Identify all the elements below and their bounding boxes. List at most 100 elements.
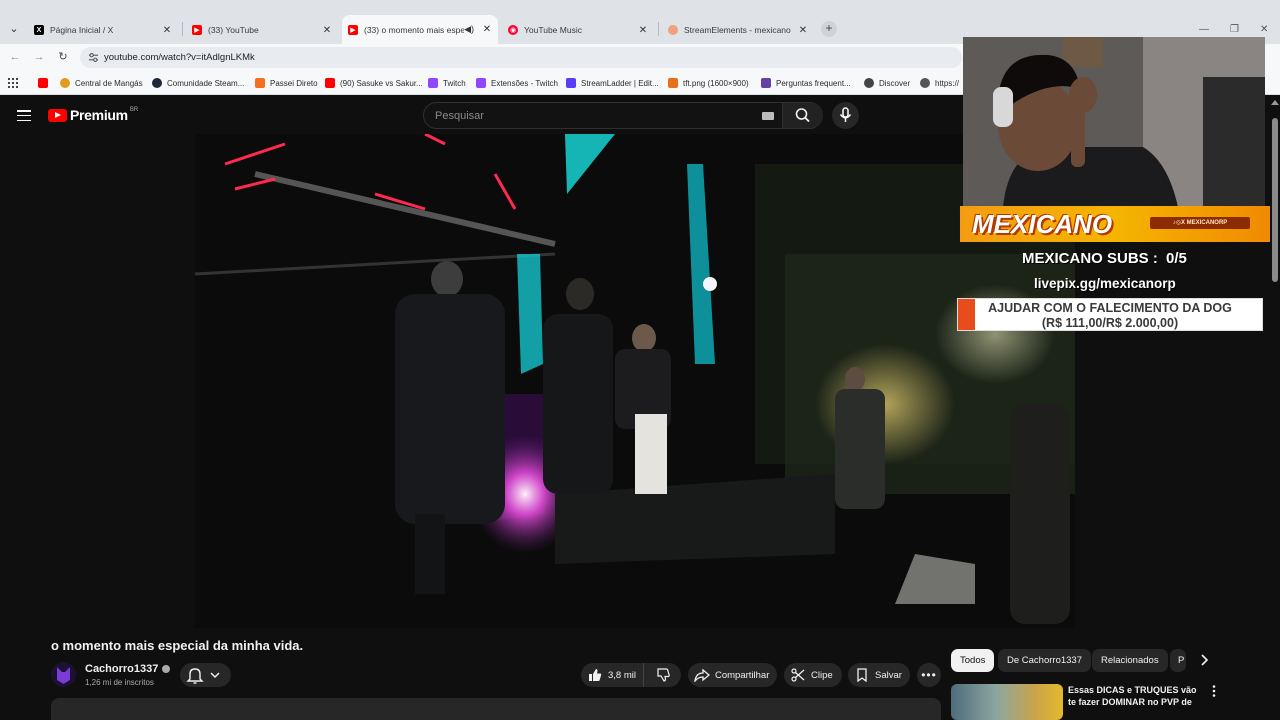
close-tab-icon[interactable]: ✕ [160, 25, 174, 36]
menu-icon[interactable] [17, 110, 31, 122]
search-icon [795, 108, 810, 123]
bookmark-discover[interactable]: Discover [864, 76, 910, 90]
twitch-icon [761, 78, 771, 88]
chips-next-icon[interactable] [1196, 652, 1212, 668]
share-icon [694, 668, 710, 682]
recommended-video-title[interactable]: Essas DICAS e TRUQUES vão te fazer DOMIN… [1068, 684, 1204, 708]
donation-goal-bar: AJUDAR COM O FALECIMENTO DA DOG (R$ 111,… [957, 298, 1263, 331]
channel-name[interactable]: Cachorro1337 [85, 663, 171, 675]
notifications-button[interactable] [180, 663, 231, 687]
keyboard-icon[interactable] [762, 112, 774, 120]
manga-icon [60, 78, 70, 88]
bookmark-faq[interactable]: Perguntas frequent... [761, 76, 851, 90]
tab-search-chevron-icon[interactable]: ⌄ [6, 21, 22, 37]
save-button[interactable]: Salvar [848, 663, 910, 687]
twitch-icon [476, 78, 486, 88]
more-horizontal-icon: ••• [921, 668, 937, 682]
maximize-icon[interactable]: ❐ [1230, 24, 1239, 35]
voice-search-button[interactable] [832, 102, 859, 129]
scissors-icon [791, 668, 805, 682]
globe-icon [920, 78, 930, 88]
tab-x[interactable]: X Página Inicial / X ✕ [28, 19, 178, 41]
close-tab-icon[interactable]: ✕ [636, 25, 650, 36]
bookmark-tft-png[interactable]: tft.png (1600×900) [668, 76, 749, 90]
share-button[interactable]: Compartilhar [688, 663, 777, 687]
x-icon: X [34, 25, 44, 35]
tab-youtube-music[interactable]: ◉ YouTube Music ✕ [502, 19, 654, 41]
scroll-up-icon[interactable] [1271, 100, 1279, 105]
scrollbar-thumb[interactable] [1272, 118, 1278, 282]
site-settings-icon[interactable] [88, 52, 99, 63]
subscriber-count: 1,26 mi de inscritos [85, 678, 154, 687]
livepix-link-text: livepix.gg/mexicanorp [1034, 276, 1176, 291]
close-tab-icon[interactable]: ✕ [320, 25, 334, 36]
like-button[interactable]: 3,8 mil [581, 663, 644, 687]
address-bar[interactable]: youtube.com/watch?v=itAdlgnLKMk [80, 47, 962, 68]
chip-partial[interactable]: P [1170, 649, 1186, 672]
description-box[interactable] [51, 698, 941, 720]
image-file-icon [668, 78, 678, 88]
bookmark-twitch-extensions[interactable]: Extensões - Twitch [476, 76, 558, 90]
new-tab-button[interactable]: + [821, 21, 837, 37]
streamelements-icon [668, 25, 678, 35]
bell-chevron-icon [186, 668, 220, 684]
bookmark-icon [857, 668, 867, 682]
bookmark-streamladder[interactable]: StreamLadder | Edit... [566, 76, 659, 90]
forward-arrow-icon[interactable]: → [32, 50, 46, 64]
bookmark-twitch[interactable]: Twitch [428, 76, 466, 90]
wolf-avatar-icon [51, 662, 76, 687]
microphone-icon [839, 107, 852, 122]
apps-grid-icon[interactable] [8, 76, 18, 90]
youtube-icon: ▶ [192, 25, 202, 35]
social-handle-tag: ♪◎X MEXICANORP [1150, 217, 1250, 229]
back-arrow-icon[interactable]: ← [8, 50, 22, 64]
close-tab-icon[interactable]: ✕ [796, 25, 810, 36]
speaker-icon[interactable]: ◀) [464, 24, 474, 35]
twitch-icon [428, 78, 438, 88]
minimize-icon[interactable]: — [1199, 24, 1209, 35]
mexicano-banner: MEXICANO ♪◎X MEXICANORP [960, 206, 1270, 242]
recommended-video-thumbnail[interactable] [951, 684, 1063, 720]
streamladder-icon [566, 78, 576, 88]
search-input[interactable] [424, 103, 779, 128]
bookmark-passei-direto[interactable]: Passei Direto [255, 76, 318, 90]
discover-icon [864, 78, 874, 88]
close-tab-icon[interactable]: ✕ [480, 24, 494, 35]
bookmark-youtube[interactable] [38, 76, 53, 90]
more-actions-button[interactable]: ••• [917, 663, 941, 687]
bookmark-central-mangas[interactable]: Central de Mangás [60, 76, 143, 90]
reload-icon[interactable]: ↻ [56, 50, 70, 64]
channel-avatar[interactable] [51, 662, 76, 687]
more-vertical-icon[interactable] [1210, 684, 1218, 698]
youtube-icon [325, 78, 335, 88]
passei-direto-icon [255, 78, 265, 88]
like-dislike-group: 3,8 mil [581, 663, 681, 687]
youtube-icon: ▶ [348, 24, 358, 35]
bookmark-https[interactable]: https:// [920, 76, 959, 90]
verified-badge-icon [162, 665, 171, 673]
steam-icon [152, 78, 162, 88]
video-frame [195, 134, 1075, 628]
tab-current-video[interactable]: ▶ (33) o momento mais especial da minha … [342, 15, 498, 44]
donation-goal-title: AJUDAR COM O FALECIMENTO DA DOG [988, 301, 1232, 315]
clip-button[interactable]: Clipe [784, 663, 842, 687]
webcam-feed [963, 37, 1265, 207]
bookmark-steam[interactable]: Comunidade Steam... [152, 76, 244, 90]
youtube-icon [38, 78, 48, 88]
youtube-music-icon: ◉ [508, 25, 518, 35]
youtube-premium-logo[interactable]: Premium BR [48, 107, 138, 123]
dislike-button[interactable] [644, 663, 681, 687]
chip-all[interactable]: Todos [951, 649, 995, 672]
close-window-icon[interactable]: ✕ [1260, 24, 1268, 35]
streamer-webcam [963, 37, 1265, 207]
video-player[interactable] [195, 134, 1075, 628]
bookmark-sasuke-video[interactable]: (90) Sasuke vs Sakur... [325, 76, 423, 90]
chip-from-channel[interactable]: De Cachorro1337 [998, 649, 1091, 672]
tab-youtube[interactable]: ▶ (33) YouTube ✕ [186, 19, 338, 41]
youtube-play-icon [48, 108, 67, 122]
thumbs-down-icon [656, 668, 670, 682]
chip-related[interactable]: Relacionados [1092, 649, 1168, 672]
search-button[interactable] [782, 103, 823, 128]
search-box [423, 102, 823, 129]
tab-streamelements[interactable]: StreamElements - mexicano ✕ [662, 19, 814, 41]
